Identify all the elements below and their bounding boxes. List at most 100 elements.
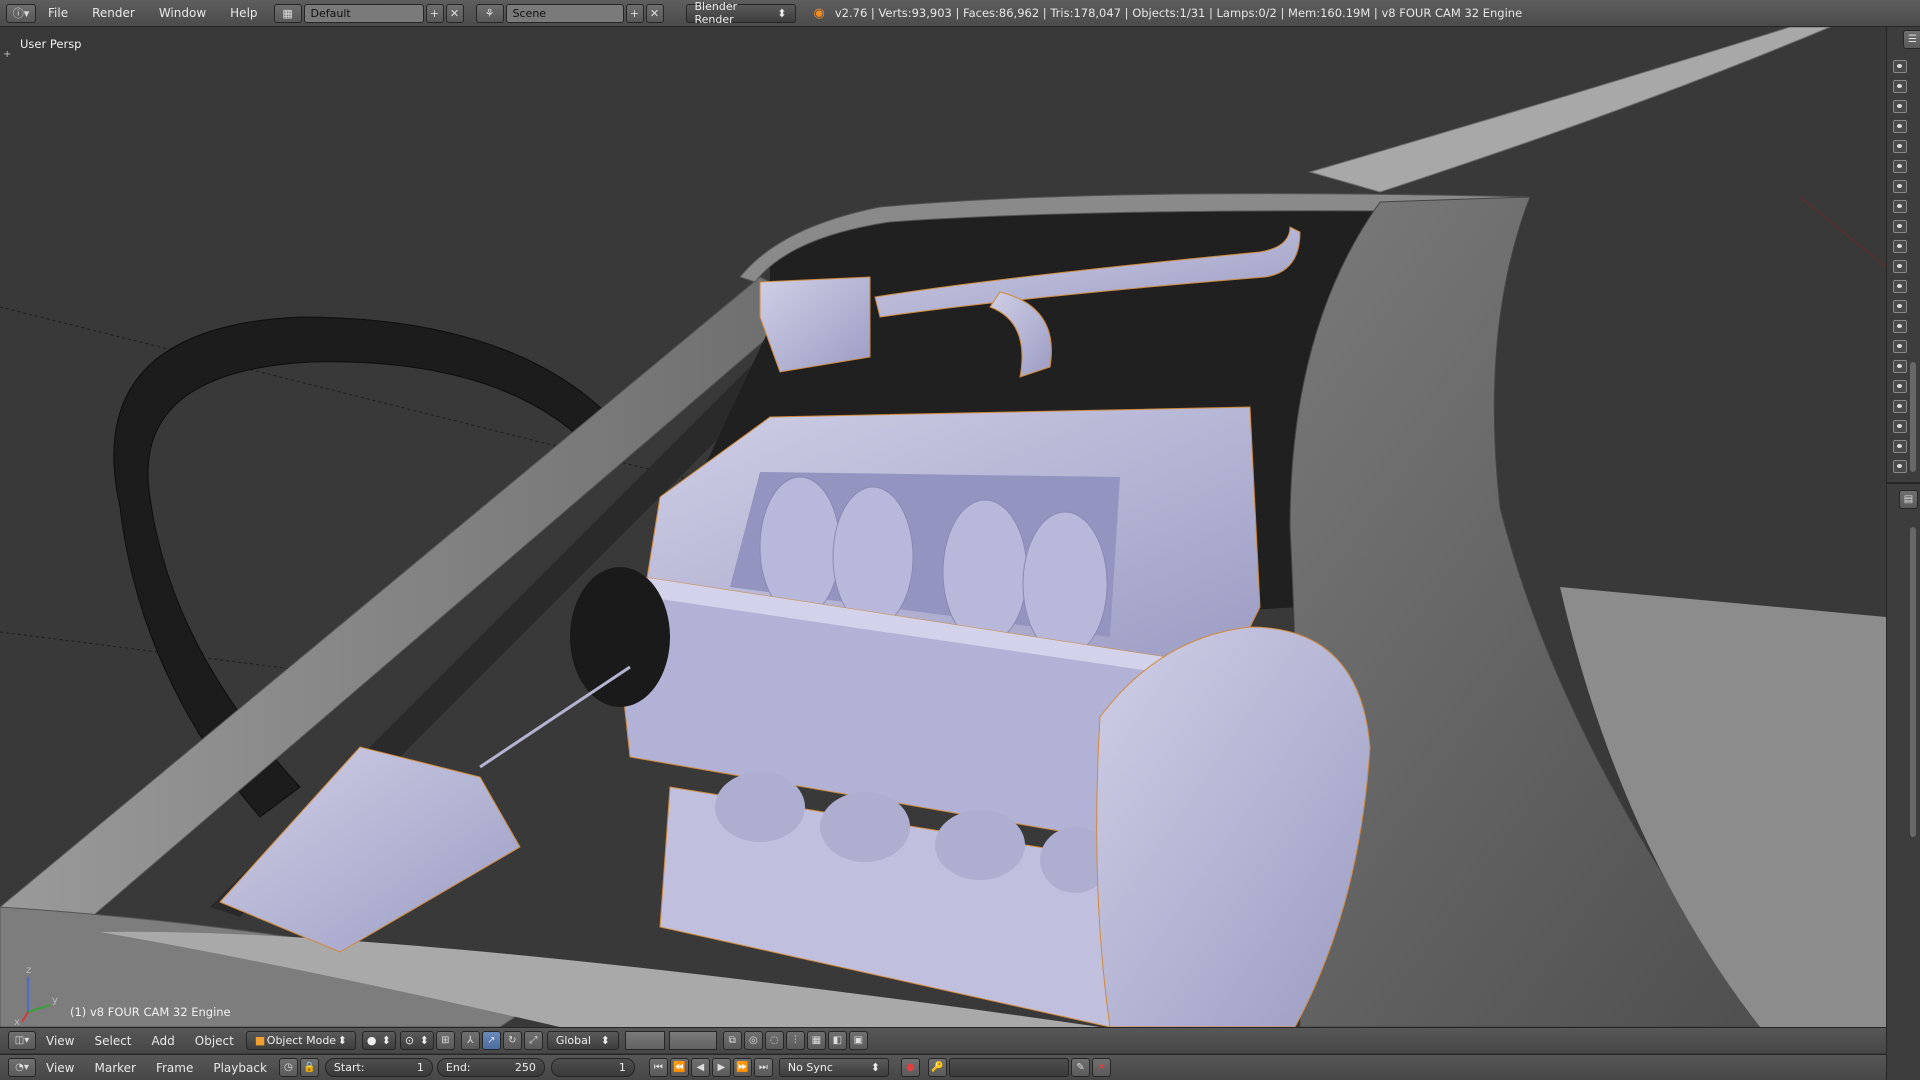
visibility-eye-icon[interactable] — [1893, 260, 1907, 273]
opengl-anim-icon[interactable]: ▣ — [848, 1031, 868, 1050]
dropdown-arrow-icon: ⬍ — [600, 1034, 610, 1047]
opengl-render-icon[interactable]: ◧ — [827, 1031, 847, 1050]
scene-icon[interactable]: ⚘ — [475, 3, 504, 23]
outliner-scrollbar[interactable] — [1910, 362, 1916, 472]
visibility-eye-icon[interactable] — [1893, 440, 1907, 453]
manipulator-icon[interactable]: ⅄ — [460, 1031, 480, 1050]
visibility-eye-icon[interactable] — [1893, 340, 1907, 353]
visibility-eye-icon[interactable] — [1893, 380, 1907, 393]
visibility-eye-icon[interactable] — [1893, 80, 1907, 93]
editor-type-button[interactable]: ◔▾ — [8, 1058, 36, 1077]
delete-keyframe-icon[interactable]: ✕ — [1091, 1058, 1111, 1077]
scale-manipulator-icon[interactable]: ⤢ — [523, 1031, 543, 1050]
airbox — [759, 276, 871, 373]
insert-keyframe-icon[interactable]: ✎ — [1070, 1058, 1090, 1077]
current-frame-field[interactable]: 1 — [550, 1058, 635, 1077]
visibility-eye-icon[interactable] — [1893, 140, 1907, 153]
occlude-geometry-icon[interactable]: ⊞ — [435, 1031, 455, 1050]
menu-file[interactable]: File — [36, 0, 80, 27]
shading-dropdown[interactable]: ● ⬍ — [361, 1031, 396, 1050]
remove-scene-icon[interactable]: ✕ — [645, 3, 664, 23]
sync-dropdown[interactable]: No Sync ⬍ — [778, 1058, 889, 1077]
properties-type-icon[interactable]: ▤ — [1899, 490, 1918, 509]
layers-grid-2[interactable] — [668, 1031, 717, 1050]
render-preview-icon[interactable]: ◎ — [743, 1031, 763, 1050]
top-rail — [1308, 27, 1831, 193]
menu-select[interactable]: Select — [84, 1028, 141, 1054]
dropdown-arrow-icon: ⬍ — [337, 1034, 347, 1047]
visibility-eye-icon[interactable] — [1893, 160, 1907, 173]
jump-end-icon[interactable]: ⏭ — [753, 1058, 773, 1077]
menu-playback[interactable]: Playback — [203, 1055, 277, 1080]
menu-add[interactable]: Add — [142, 1028, 185, 1054]
screen-layout-field[interactable]: Default — [303, 3, 424, 23]
object-mode-icon: ■ — [254, 1034, 266, 1047]
menu-view[interactable]: View — [36, 1055, 84, 1080]
visibility-eye-icon[interactable] — [1893, 420, 1907, 433]
runner-1 — [759, 476, 841, 618]
rotate-manipulator-icon[interactable]: ↻ — [502, 1031, 522, 1050]
menu-render[interactable]: Render — [80, 0, 147, 27]
outliner-panel[interactable]: ☰ ▤ — [1886, 27, 1920, 1080]
properties-scrollbar[interactable] — [1910, 527, 1916, 837]
visibility-eye-icon[interactable] — [1893, 320, 1907, 333]
snap-target-icon[interactable]: ▦ — [806, 1031, 826, 1050]
lock-range-icon[interactable]: 🔒 — [299, 1058, 319, 1077]
outliner-type-icon[interactable]: ☰ — [1903, 30, 1920, 49]
visibility-eye-icon[interactable] — [1893, 120, 1907, 133]
menu-object[interactable]: Object — [185, 1028, 244, 1054]
jump-keyframe-back-icon[interactable]: ⏪ — [669, 1058, 689, 1077]
menu-marker[interactable]: Marker — [84, 1055, 145, 1080]
snap-icon[interactable]: ⫶ — [785, 1031, 805, 1050]
visibility-eye-icon[interactable] — [1893, 200, 1907, 213]
record-icon[interactable]: ● — [900, 1058, 920, 1077]
play-reverse-icon[interactable]: ◀ — [690, 1058, 710, 1077]
jump-start-icon[interactable]: ⏮ — [648, 1058, 668, 1077]
orientation-dropdown[interactable]: Global ⬍ — [546, 1031, 619, 1050]
mode-dropdown[interactable]: ■ Object Mode ⬍ — [245, 1031, 356, 1050]
start-value: 1 — [416, 1061, 424, 1074]
preview-range-icon[interactable]: ◷ — [278, 1058, 298, 1077]
lock-layers-icon[interactable]: ⧉ — [722, 1031, 742, 1050]
jump-keyframe-forward-icon[interactable]: ⏩ — [732, 1058, 752, 1077]
visibility-eye-icon[interactable] — [1893, 280, 1907, 293]
visibility-eye-icon[interactable] — [1893, 400, 1907, 413]
pivot-dropdown[interactable]: ⊙ ⬍ — [399, 1031, 434, 1050]
start-frame-field[interactable]: Start: 1 — [324, 1058, 433, 1077]
scene-field[interactable]: Scene — [505, 3, 624, 23]
translate-manipulator-icon[interactable]: ↗ — [481, 1031, 501, 1050]
proportional-edit-icon[interactable]: ◌ — [764, 1031, 784, 1050]
visibility-eye-icon[interactable] — [1893, 460, 1907, 473]
info-header: ⓘ▾ File Render Window Help ▦ Default + ✕… — [0, 0, 1920, 27]
end-frame-field[interactable]: End: 250 — [436, 1058, 545, 1077]
visibility-eye-icon[interactable] — [1893, 220, 1907, 233]
orientation-label: Global — [555, 1034, 591, 1047]
editor-type-button[interactable]: ⓘ▾ — [6, 3, 36, 23]
solid-shading-icon: ● — [366, 1034, 377, 1047]
add-scene-icon[interactable]: + — [625, 3, 644, 23]
render-engine-dropdown[interactable]: Blender Render ⬍ — [685, 0, 796, 26]
screen-layout-icon[interactable]: ▦ — [273, 3, 302, 23]
editor-type-button[interactable]: ◫▾ — [8, 1031, 36, 1050]
area-split-icon[interactable]: + — [3, 49, 11, 60]
keying-set-icon[interactable]: 🔑 — [927, 1058, 947, 1077]
add-layout-icon[interactable]: + — [425, 3, 444, 23]
visibility-eye-icon[interactable] — [1893, 300, 1907, 313]
visibility-eye-icon[interactable] — [1893, 240, 1907, 253]
menu-frame[interactable]: Frame — [146, 1055, 203, 1080]
remove-layout-icon[interactable]: ✕ — [445, 3, 464, 23]
runner-2 — [832, 486, 914, 628]
3d-viewport[interactable]: z y x User Persp (1) v8 FOUR CAM 32 Engi… — [0, 27, 1886, 1027]
view-label: User Persp — [20, 37, 82, 51]
keying-set-field[interactable] — [948, 1058, 1069, 1077]
menu-help[interactable]: Help — [218, 0, 269, 27]
visibility-eye-icon[interactable] — [1893, 60, 1907, 73]
visibility-eye-icon[interactable] — [1893, 100, 1907, 113]
visibility-eye-icon[interactable] — [1893, 360, 1907, 373]
current-frame-value: 1 — [618, 1061, 626, 1074]
layers-grid-1[interactable] — [624, 1031, 665, 1050]
visibility-eye-icon[interactable] — [1893, 180, 1907, 193]
play-icon[interactable]: ▶ — [711, 1058, 731, 1077]
menu-view[interactable]: View — [36, 1028, 84, 1054]
menu-window[interactable]: Window — [147, 0, 218, 27]
